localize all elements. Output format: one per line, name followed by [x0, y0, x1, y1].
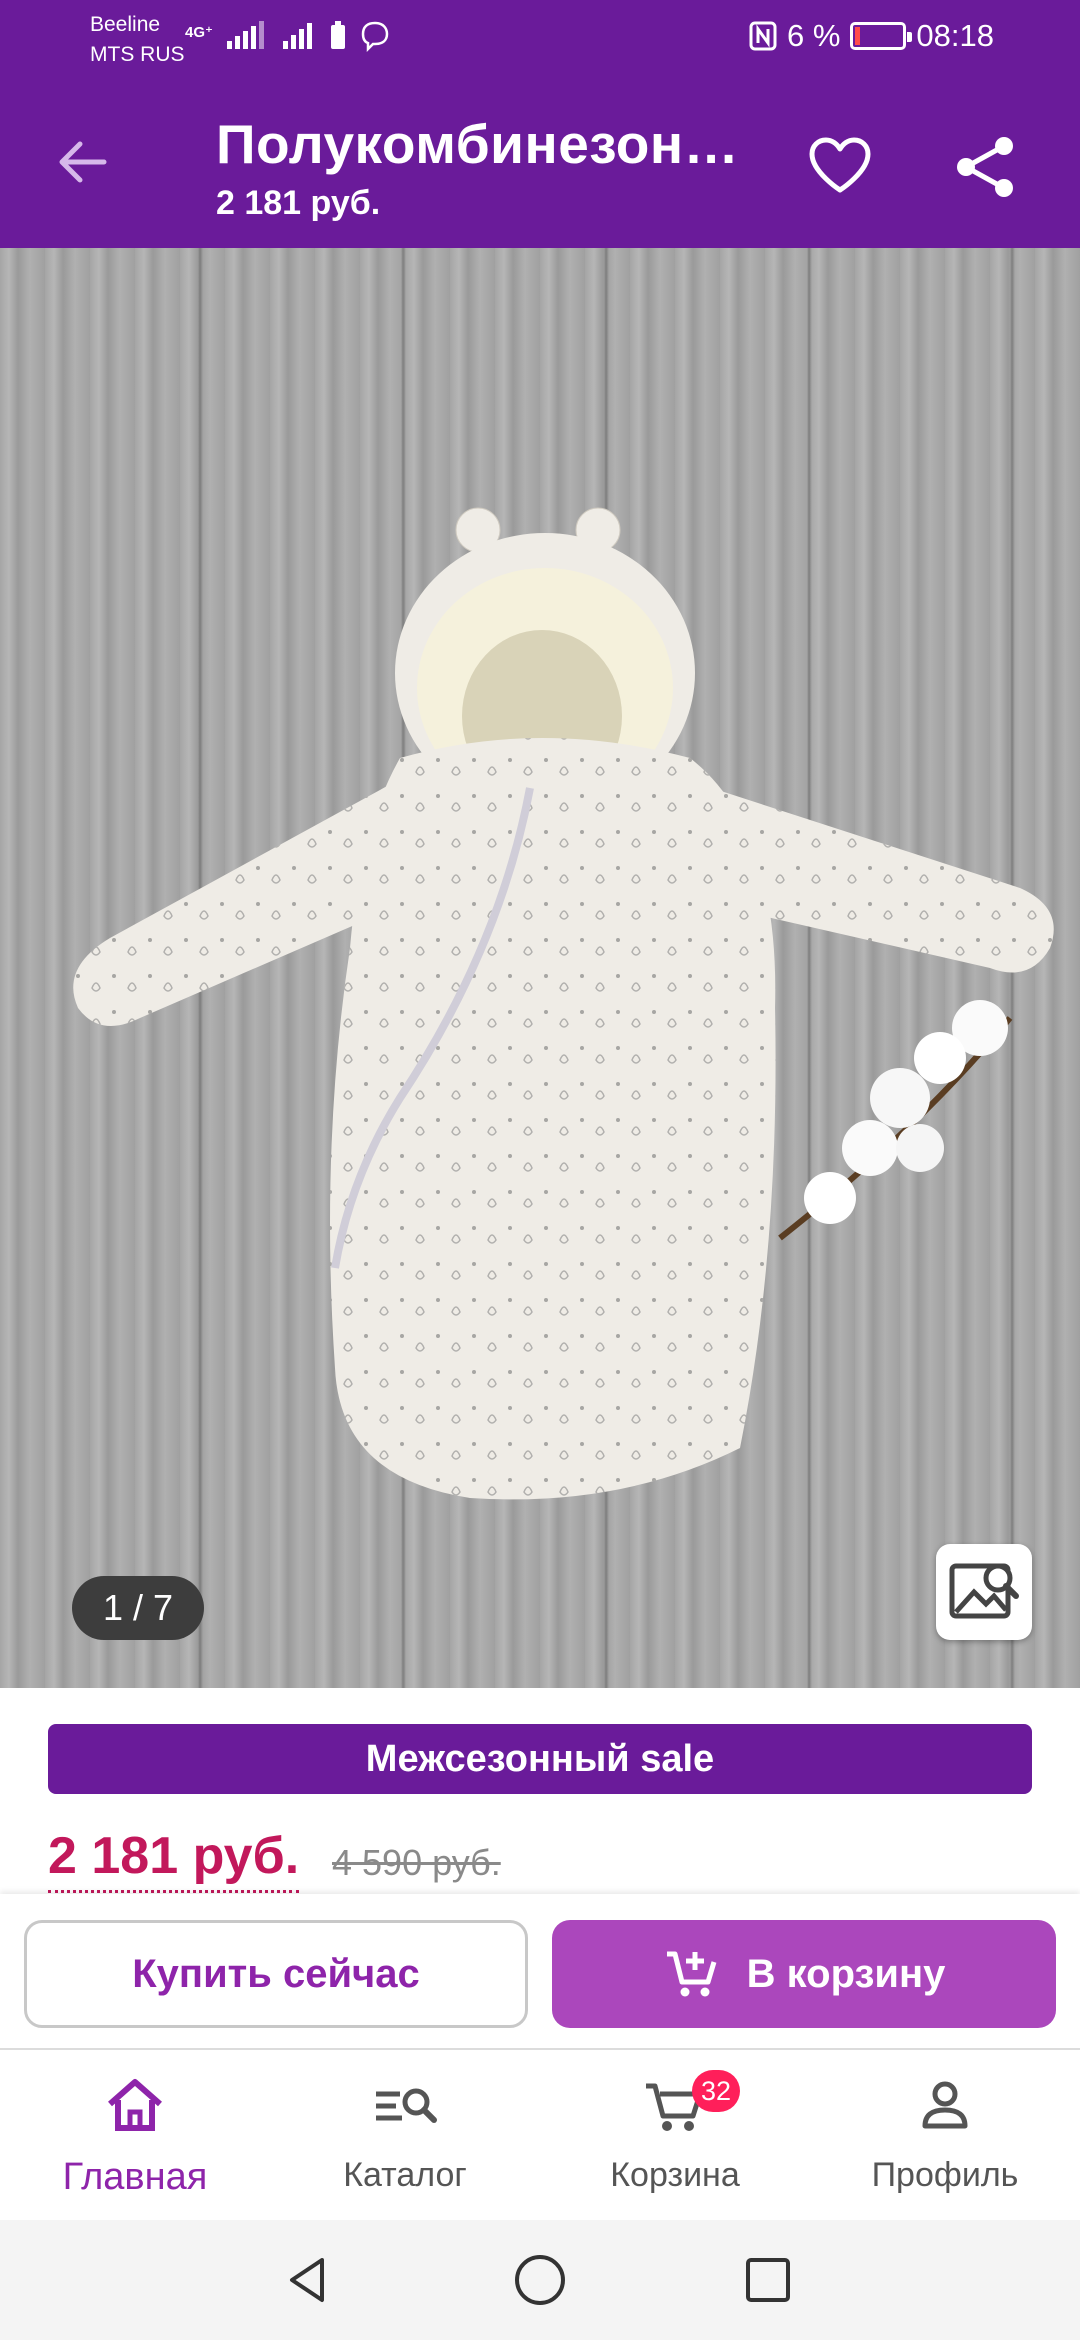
- signal-icon: [226, 21, 264, 49]
- battery-icon: [850, 22, 913, 50]
- old-price: 4 590 руб.: [332, 1842, 501, 1883]
- bottom-navigation: Главная Каталог 32 Корзина Профиль: [0, 2050, 1080, 2220]
- battery-alert-icon: [330, 21, 345, 49]
- nav-home[interactable]: Главная: [0, 2050, 270, 2220]
- clock: 08:18: [916, 18, 994, 53]
- system-recents-icon[interactable]: [740, 2252, 796, 2308]
- current-price: 2 181 руб.: [48, 1826, 300, 1893]
- network-type: 4G⁺: [185, 24, 213, 41]
- nav-home-label: Главная: [62, 2156, 208, 2198]
- buy-now-button[interactable]: Купить сейчас: [24, 1920, 528, 2028]
- add-to-cart-icon: [666, 1951, 717, 1997]
- add-to-cart-label: В корзину: [746, 1951, 946, 1996]
- page-title: Полукомбинезон…: [216, 113, 740, 175]
- sale-banner[interactable]: Межсезонный sale: [48, 1724, 1032, 1794]
- status-right: 6 % 08:18: [749, 18, 994, 54]
- catalog-search-icon: [376, 2088, 437, 2123]
- signal-icon-2: [282, 23, 312, 49]
- nav-profile[interactable]: Профиль: [810, 2050, 1080, 2220]
- favorite-heart-icon[interactable]: [806, 132, 874, 200]
- viber-icon: [361, 21, 389, 52]
- carrier-2: MTS RUS: [90, 43, 185, 66]
- battery-percent: 6 %: [787, 18, 841, 53]
- product-image-gallery[interactable]: 1 / 7: [0, 248, 1080, 1688]
- product-photo: [73, 507, 1054, 1500]
- profile-icon: [922, 2081, 968, 2129]
- carrier-info: Beeline MTS RUS: [90, 10, 185, 70]
- share-icon[interactable]: [950, 132, 1020, 202]
- system-back-icon[interactable]: [280, 2252, 336, 2308]
- image-search-icon: [949, 1563, 1019, 1619]
- image-counter: 1 / 7: [72, 1576, 204, 1640]
- nfc-icon: [749, 21, 777, 51]
- nav-cart[interactable]: 32 Корзина: [540, 2050, 810, 2220]
- header-price: 2 181 руб.: [216, 184, 381, 222]
- cart-count-badge: 32: [692, 2070, 740, 2112]
- carrier-1: Beeline: [90, 13, 161, 36]
- signal-icons: 4G⁺: [185, 20, 391, 52]
- add-to-cart-button[interactable]: В корзину: [552, 1920, 1056, 2028]
- status-bar: Beeline MTS RUS 4G⁺ 6 % 08:18: [0, 0, 1080, 82]
- back-arrow-icon[interactable]: [52, 132, 112, 192]
- system-navigation-bar: [0, 2220, 1080, 2340]
- nav-catalog[interactable]: Каталог: [270, 2050, 540, 2220]
- nav-profile-label: Профиль: [871, 2156, 1019, 2194]
- nav-cart-label: Корзина: [610, 2156, 740, 2194]
- system-home-icon[interactable]: [512, 2252, 568, 2308]
- app-bar: Полукомбинезон… 2 181 руб.: [0, 82, 1080, 248]
- action-bar: Купить сейчас В корзину: [0, 1894, 1080, 2050]
- nav-catalog-label: Каталог: [343, 2156, 467, 2194]
- image-search-button[interactable]: [936, 1544, 1032, 1640]
- home-icon: [108, 2079, 162, 2131]
